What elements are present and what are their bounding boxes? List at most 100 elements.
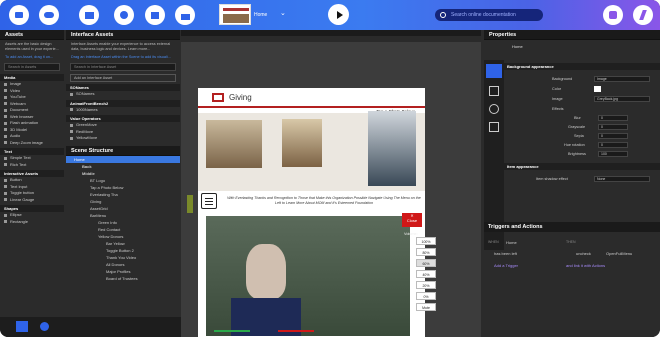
crop-icon[interactable]	[489, 122, 499, 132]
layers-icon[interactable]	[175, 5, 195, 25]
section-shapes[interactable]: Shapes	[0, 205, 64, 212]
handle-marker[interactable]	[187, 195, 193, 213]
slide-body: With Everlasting Thanks and Recognition …	[227, 196, 421, 205]
volume-80[interactable]: 80%	[416, 248, 436, 256]
action-item[interactable]: uncheck	[576, 251, 591, 256]
scene-row[interactable]: Board of Trustees	[66, 275, 180, 282]
photo-3[interactable]	[368, 111, 416, 186]
menu-icon[interactable]	[201, 193, 217, 209]
video-subject	[246, 244, 286, 299]
scene-row[interactable]: Bar Yellow	[66, 240, 180, 247]
scene-row[interactable]: Tap a Photo Below	[66, 184, 180, 191]
slide-canvas[interactable]: Giving Tap a Photo Below: With Everlasti…	[198, 88, 436, 337]
devices-icon[interactable]	[39, 5, 59, 25]
background-section[interactable]: Background appearance	[504, 63, 660, 70]
scene-row[interactable]: Red Contact	[66, 226, 180, 233]
asset-rich-text[interactable]: Rich Text	[0, 162, 64, 169]
assets-search[interactable]: Search in Assets	[4, 63, 60, 71]
add-trigger-button[interactable]: Add a Trigger	[494, 263, 518, 268]
interface-assets-tip: Drag an Interface Asset within the Scene…	[71, 55, 171, 59]
volume-20[interactable]: 20%	[416, 281, 436, 289]
link-icon[interactable]	[489, 86, 499, 96]
share-icon[interactable]	[114, 5, 134, 25]
trigger-condition[interactable]: has been left	[494, 251, 517, 256]
group-sonames[interactable]: SONames	[66, 84, 180, 91]
asset-deep-zoom[interactable]: Deep Zoom image	[0, 140, 64, 147]
prop-value[interactable]: 0	[598, 115, 628, 121]
volume-60[interactable]: 60%	[416, 259, 436, 267]
lightning-icon[interactable]	[633, 5, 653, 25]
add-interface-asset-button[interactable]: Add an Interface Asset	[70, 74, 176, 82]
scene-row[interactable]: Green Info	[66, 219, 180, 226]
scene-row[interactable]: AssetGrid	[66, 205, 180, 212]
properties-title: Properties	[484, 30, 660, 40]
interface-item[interactable]: SONames	[66, 91, 180, 98]
scene-row[interactable]: BarMenu	[66, 212, 180, 219]
volume-label: Volume:	[404, 232, 418, 236]
magic-icon[interactable]	[489, 104, 499, 114]
properties-page: Home	[512, 44, 523, 49]
scene-row[interactable]: Back	[66, 163, 180, 170]
ruler	[181, 36, 481, 42]
interface-item[interactable]: 1000Names	[66, 107, 180, 114]
chevron-down-icon[interactable]: ⌄	[280, 9, 286, 17]
prop-value[interactable]: None	[594, 176, 650, 182]
library-icon[interactable]	[79, 5, 99, 25]
prop-label: Item shadow effect	[536, 177, 568, 181]
prop-value[interactable]: GreyBack.jpg	[594, 96, 650, 102]
video-player[interactable]	[206, 216, 410, 336]
prop-value[interactable]: 0	[598, 142, 628, 148]
add-action-button[interactable]: and link it with Actions	[566, 263, 605, 268]
prop-value[interactable]: 0	[598, 133, 628, 139]
prop-label: Background	[552, 77, 573, 81]
scene-row[interactable]: Major Profiles	[66, 268, 180, 275]
interface-assets-description: Interface Assets enable your experience …	[71, 42, 171, 51]
interface-assets-title: Interface Assets	[66, 30, 180, 40]
asset-linear-gauge[interactable]: Linear Gauge	[0, 197, 64, 204]
desktop-view-icon[interactable]	[16, 321, 28, 332]
scene-row[interactable]: Toggle Button 2	[66, 247, 180, 254]
preview-icon[interactable]	[40, 322, 49, 331]
item-section[interactable]: Item appearance	[504, 163, 660, 170]
page-name[interactable]: Home	[254, 12, 267, 18]
prop-value[interactable]: 0	[598, 124, 628, 130]
scene-row[interactable]: Giving	[66, 198, 180, 205]
projects-icon[interactable]	[9, 5, 29, 25]
volume-mute[interactable]: Mute	[416, 303, 436, 311]
assets-title: Assets	[0, 30, 64, 40]
volume-0[interactable]: 0%	[416, 292, 436, 300]
trigger-item[interactable]: Home	[506, 240, 517, 245]
interface-item[interactable]: YellowMove	[66, 135, 180, 142]
scene-row[interactable]: Home	[66, 155, 180, 163]
then-label: THEN	[566, 240, 576, 244]
user-icon[interactable]	[603, 5, 623, 25]
photo-1[interactable]	[206, 120, 262, 168]
home-icon[interactable]	[145, 5, 165, 25]
page-thumbnail[interactable]	[219, 4, 251, 25]
group-value-operators[interactable]: Value Operators	[66, 115, 180, 122]
group-animat[interactable]: AnimatFrontBench2	[66, 99, 180, 107]
prop-value[interactable]: 100	[598, 151, 628, 157]
volume-100[interactable]: 100%	[416, 237, 436, 245]
section-text[interactable]: Text	[0, 148, 64, 155]
scene-row[interactable]: Yellow Donors	[66, 233, 180, 240]
scene-row[interactable]: BT Logo	[66, 177, 180, 184]
scene-row[interactable]: All Donors	[66, 261, 180, 268]
prop-value[interactable]: Image	[594, 76, 650, 82]
scene-row[interactable]: Everlasting Tha	[66, 191, 180, 198]
scene-row[interactable]: Thank You Video	[66, 254, 180, 261]
when-label: WHEN	[488, 240, 499, 244]
documentation-search[interactable]: Search online documentation	[435, 9, 543, 21]
photo-2[interactable]	[282, 119, 322, 167]
interface-search[interactable]: Search in Interface Asset	[70, 63, 176, 71]
play-button[interactable]	[328, 4, 349, 25]
action-target[interactable]: OpenFullMenu	[606, 251, 632, 256]
scene-row[interactable]: Middle	[66, 170, 180, 177]
section-media[interactable]: Media	[0, 74, 64, 81]
section-interactive[interactable]: Interactive Assets	[0, 170, 64, 177]
close-button[interactable]: ✕ Close	[402, 213, 422, 227]
asset-rectangle[interactable]: Rectangle	[0, 219, 64, 226]
color-swatch[interactable]	[594, 86, 601, 92]
volume-40[interactable]: 40%	[416, 270, 436, 278]
brush-icon[interactable]	[486, 64, 502, 78]
